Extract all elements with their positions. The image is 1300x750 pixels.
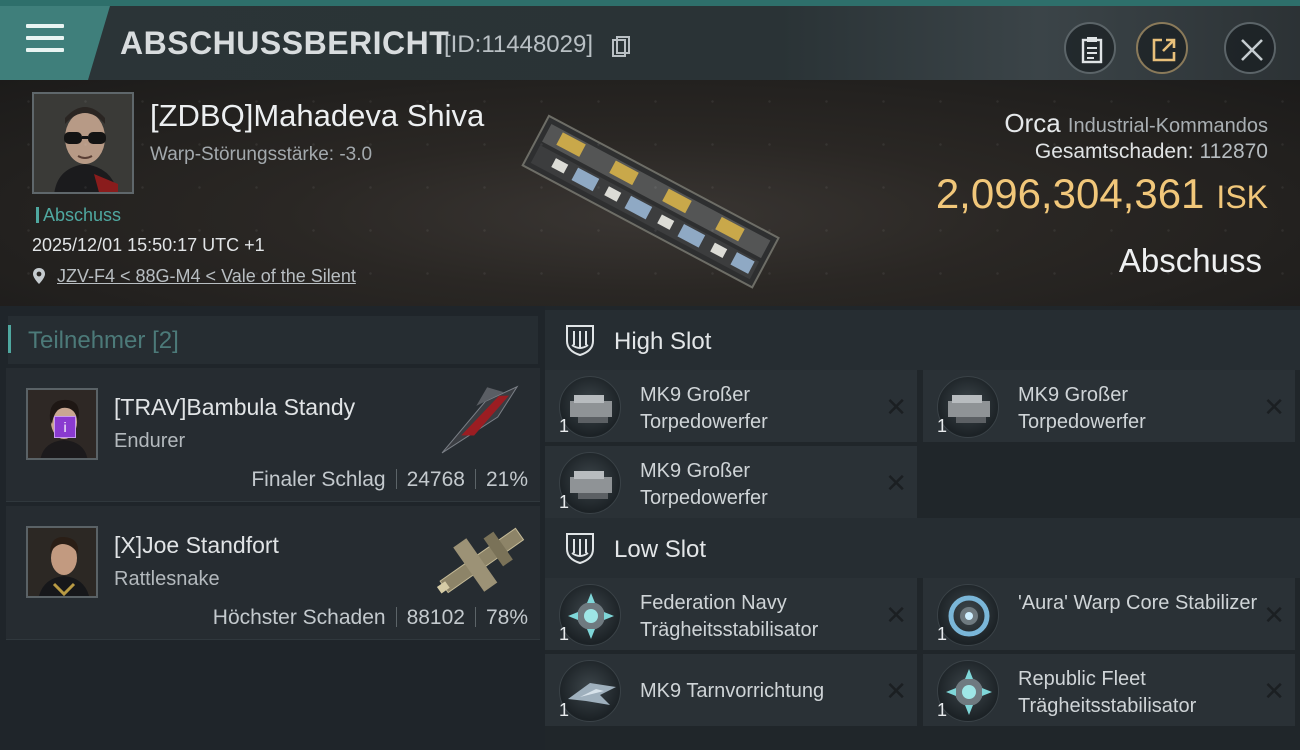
- module-quantity: 1: [559, 416, 570, 436]
- module-name: MK9 Großer Torpedowerfer: [640, 460, 768, 509]
- victim-ship-line: Orca Industrial-Kommandos: [1004, 108, 1268, 139]
- destroyed-icon: ✕: [1263, 392, 1285, 422]
- participants-header: Teilnehmer [2]: [8, 316, 538, 364]
- participant-percent: 21%: [485, 468, 528, 491]
- module-item[interactable]: 1 MK9 Großer Torpedowerfer ✕: [545, 446, 917, 518]
- header-bar: ABSCHUSSBERICHT [ID:11448029]: [0, 6, 1300, 80]
- menu-icon: [26, 24, 64, 54]
- module-quantity: 1: [559, 700, 570, 720]
- participants-title: Teilnehmer: [28, 327, 146, 354]
- close-icon: [1241, 39, 1263, 61]
- module-quantity: 1: [937, 624, 948, 644]
- victim-portrait[interactable]: [32, 92, 134, 194]
- participant-ship: Endurer: [114, 430, 186, 452]
- participant-name[interactable]: [TRAV]Bambula Standy: [114, 394, 355, 421]
- low-slot-icon: [566, 533, 594, 565]
- destroyed-icon: ✕: [1263, 676, 1285, 706]
- module-name: Federation Navy Trägheitsstabilisator: [640, 592, 819, 641]
- victim-summary: [ZDBQ]Mahadeva Shiva Warp-Störungsstärke…: [0, 80, 1300, 306]
- clipboard-icon: [1081, 37, 1103, 64]
- destroyed-icon: ✕: [885, 676, 907, 706]
- module-item[interactable]: 1 MK9 Großer Torpedowerfer ✕: [923, 370, 1295, 442]
- participant-ship-image: [436, 527, 525, 594]
- header-accent: [8, 325, 11, 353]
- victim-ship-name[interactable]: Orca: [1004, 108, 1060, 138]
- high-slot-title: High Slot: [614, 328, 712, 355]
- participant-damage: 88102: [406, 606, 465, 629]
- isk-value: 2,096,304,361: [935, 170, 1205, 217]
- kill-result: Abschuss: [1118, 242, 1262, 279]
- close-button[interactable]: [1224, 22, 1276, 74]
- participant-ship: Rattlesnake: [114, 568, 220, 590]
- victim-name[interactable]: [ZDBQ]Mahadeva Shiva: [150, 98, 484, 134]
- total-damage-line: Gesamtschaden: 112870: [1035, 140, 1268, 164]
- share-icon: [1152, 38, 1176, 62]
- module-name: MK9 Großer Torpedowerfer: [640, 384, 768, 433]
- destroyed-icon: ✕: [885, 600, 907, 630]
- participant-row[interactable]: [X]Joe Standfort Rattlesnake Höchster Sc…: [6, 506, 540, 640]
- participant-stats: Finaler Schlag 24768 21%: [251, 468, 528, 492]
- module-quantity: 1: [559, 624, 570, 644]
- participant-ship-image: [441, 385, 519, 454]
- participant-role: Finaler Schlag: [251, 468, 386, 491]
- high-slot-header: High Slot: [545, 310, 1300, 370]
- high-slot-icon: [566, 325, 594, 357]
- location-link[interactable]: JZV-F4 < 88G-M4 < Vale of the Silent: [57, 266, 356, 286]
- destroyed-icon: ✕: [1263, 600, 1285, 630]
- participant-portrait: [26, 526, 98, 598]
- low-slot-header: Low Slot: [545, 518, 1300, 578]
- participant-role: Höchster Schaden: [212, 606, 386, 629]
- module-name: 'Aura' Warp Core Stabilizer: [1018, 592, 1258, 614]
- module-item[interactable]: 1 Republic Fleet Trägheitsstabilisator ✕: [923, 654, 1295, 726]
- participant-stats: Höchster Schaden 88102 78%: [213, 606, 528, 630]
- module-item[interactable]: 1 'Aura' Warp Core Stabilizer ✕: [923, 578, 1295, 650]
- destroyed-icon: ✕: [885, 468, 907, 498]
- module-item[interactable]: 1 MK9 Großer Torpedowerfer ✕: [545, 370, 917, 442]
- module-name: Republic Fleet Trägheitsstabilisator: [1018, 668, 1197, 717]
- participants-panel: Teilnehmer [2] i [TRAV]Bambula Standy En…: [0, 306, 545, 750]
- kill-datetime: 2025/12/01 15:50:17 UTC +1: [32, 235, 265, 255]
- module-quantity: 1: [559, 492, 570, 512]
- isk-unit: ISK: [1216, 179, 1268, 215]
- module-name: MK9 Großer Torpedowerfer: [1018, 384, 1146, 433]
- killmail-id: [ID:11448029]: [444, 31, 594, 58]
- participant-name[interactable]: [X]Joe Standfort: [114, 532, 279, 559]
- participants-count: [2]: [152, 327, 179, 354]
- participant-row[interactable]: i [TRAV]Bambula Standy Endurer Finaler S…: [6, 368, 540, 502]
- clipboard-button[interactable]: [1064, 22, 1116, 74]
- location-pin-icon: [33, 268, 45, 284]
- copy-icon[interactable]: [612, 36, 630, 58]
- participant-percent: 78%: [485, 606, 528, 629]
- module-item[interactable]: 1 Federation Navy Trägheitsstabilisator …: [545, 578, 917, 650]
- module-quantity: 1: [937, 700, 948, 720]
- info-badge[interactable]: i: [54, 416, 76, 438]
- total-damage-value: 112870: [1199, 140, 1268, 163]
- participant-damage: 24768: [406, 468, 465, 491]
- module-name: MK9 Tarnvorrichtung: [640, 680, 825, 702]
- warp-strength: Warp-Störungsstärke: -3.0: [150, 144, 373, 165]
- victim-ship-image: [521, 114, 780, 289]
- destroyed-icon: ✕: [885, 392, 907, 422]
- page-title: ABSCHUSSBERICHT: [120, 25, 450, 61]
- module-quantity: 1: [937, 416, 948, 436]
- module-item[interactable]: 1 MK9 Tarnvorrichtung ✕: [545, 654, 917, 726]
- menu-button[interactable]: [0, 6, 110, 80]
- isk-value-line: 2,096,304,361 ISK: [936, 170, 1268, 218]
- share-button[interactable]: [1136, 22, 1188, 74]
- kill-type-tag: Abschuss: [36, 205, 121, 226]
- fitting-panel: High Slot 1 MK9 Großer Torpedowerfer ✕ 1…: [545, 306, 1300, 750]
- victim-ship-class: Industrial-Kommandos: [1067, 115, 1268, 137]
- kill-location[interactable]: JZV-F4 < 88G-M4 < Vale of the Silent: [32, 266, 356, 287]
- total-damage-label: Gesamtschaden:: [1034, 140, 1194, 163]
- low-slot-title: Low Slot: [614, 536, 707, 563]
